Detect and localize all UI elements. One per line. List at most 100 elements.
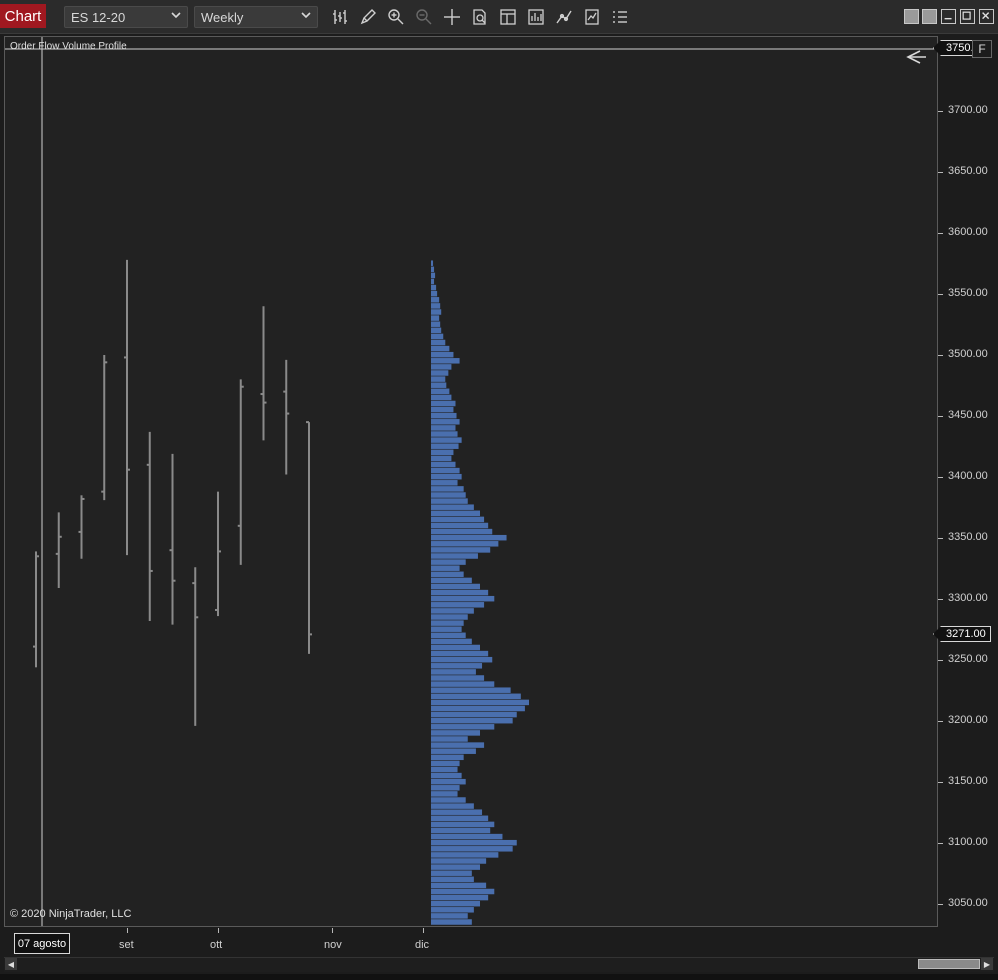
time-axis[interactable] [4,928,938,956]
volume-profile-row [431,852,499,858]
volume-profile-row [431,699,529,706]
price-tick-label: 3650.00 [948,165,988,177]
volume-profile-row [431,492,466,498]
volume-profile-row [431,815,489,822]
volume-profile-row [431,443,459,449]
volume-profile-row [431,919,472,925]
volume-profile-row [431,547,491,553]
ohlc-bar [192,567,199,726]
price-tick [938,416,943,417]
ohlc-bar [33,551,39,668]
volume-profile-row [431,339,446,346]
volume-profile-row [431,327,442,334]
price-tick [938,721,943,722]
volume-profile-row [431,626,462,632]
flag-f-button[interactable]: F [972,40,992,58]
price-tick-label: 3500.00 [948,348,988,360]
volume-profile-row [431,687,511,693]
price-tick [938,233,943,234]
volume-profile-row [431,766,458,773]
volume-profile-row [431,742,485,748]
time-tick [127,928,128,933]
volume-profile-row [431,406,454,413]
volume-profile-row [431,894,489,901]
scroll-left-icon[interactable]: ◀ [5,958,17,970]
volume-profile-row [431,602,485,608]
horizontal-scrollbar[interactable] [4,957,994,972]
status-strip [0,974,998,980]
price-tick [938,172,943,173]
volume-profile-row [431,412,457,419]
volume-profile-row [431,309,442,315]
volume-profile-row [431,724,495,730]
volume-profile-row [431,839,517,846]
top-price-marker: 3750. [933,40,973,56]
volume-profile-row [431,577,472,584]
volume-profile-row [431,705,525,712]
volume-profile-row [431,522,489,529]
volume-profile-row [431,486,464,492]
volume-profile-row [431,382,447,388]
volume-profile-row [431,534,507,541]
volume-profile-row [431,772,462,779]
time-tick-label: set [119,939,134,951]
volume-profile-row [431,717,513,724]
volume-profile-row [431,876,474,883]
volume-profile-row [431,419,460,425]
volume-profile-row [431,656,493,663]
time-tick-label: dic [415,939,430,951]
volume-profile-row [431,663,483,669]
volume-profile-row [431,791,458,797]
volume-profile-row [431,675,485,681]
volume-profile-row [431,608,474,614]
ohlc-bar [124,259,130,556]
price-tick-label: 3350.00 [948,531,988,543]
volume-profile-row [431,266,435,273]
volume-profile-row [431,541,499,547]
volume-profile-row [431,846,513,852]
volume-profile-row [431,638,472,645]
volume-profile-row [431,321,441,327]
volume-profile-row [431,711,517,718]
volume-profile-row [431,516,485,523]
volume-profile-row [431,736,468,742]
volume-profile-row [431,760,460,767]
time-tick [423,928,424,933]
volume-profile-row [431,284,437,291]
volume-profile-row [431,504,474,510]
scroll-right-icon[interactable]: ▶ [981,958,993,970]
volume-profile-row [431,364,452,370]
volume-profile-row [431,358,460,364]
copyright-text: © 2020 NinjaTrader, LLC [10,908,132,920]
volume-profile-row [431,693,521,700]
ohlc-bar [215,491,221,617]
time-tick-label: nov [324,939,342,951]
ohlc-bar [101,355,108,501]
volume-profile-row [431,748,476,754]
price-tick [938,843,943,844]
volume-profile-row [431,785,460,791]
volume-profile-row [431,473,462,480]
price-tick [938,660,943,661]
time-tick [332,928,333,933]
price-tick [938,538,943,539]
scrollbar-thumb[interactable] [918,959,980,969]
volume-profile-row [431,821,495,828]
volume-profile-row [431,333,444,340]
current-price-marker: 3271.00 [933,626,991,642]
volume-profile-row [431,882,487,889]
volume-profile-row [431,888,495,895]
volume-profile-row [431,272,436,279]
volume-profile-row [431,913,468,919]
volume-profile-row [431,394,452,401]
volume-profile-row [431,589,489,596]
price-tick [938,111,943,112]
ohlc-bar [260,306,267,441]
volume-profile-row [431,900,480,907]
volume-profile-row [431,565,460,571]
price-tick-label: 3200.00 [948,714,988,726]
price-tick-label: 3550.00 [948,287,988,299]
volume-profile-row [431,303,441,309]
price-tick-label: 3700.00 [948,104,988,116]
indicator-label: Order Flow Volume Profile [10,41,127,52]
